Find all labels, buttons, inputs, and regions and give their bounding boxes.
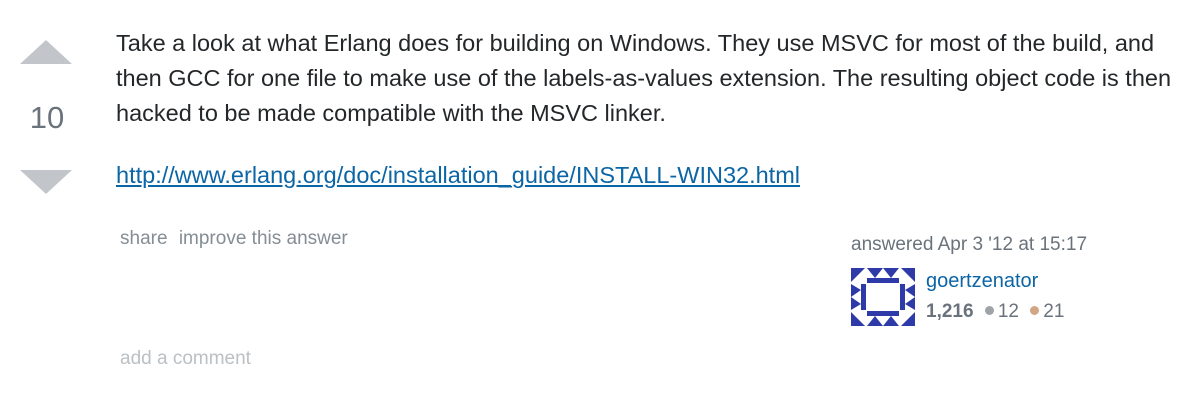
user-signature: answered Apr 3 '12 at 15:17 goertzenator… (851, 234, 1191, 326)
answered-time: answered Apr 3 '12 at 15:17 (851, 234, 1088, 255)
bronze-badge-count: 21 (1043, 301, 1065, 322)
silver-badges: 12 (984, 301, 1024, 322)
vote-down-icon[interactable] (20, 170, 72, 194)
add-comment-link[interactable]: add a comment (120, 348, 251, 370)
bronze-badge-icon (1030, 306, 1040, 315)
vote-up-icon[interactable] (20, 40, 72, 64)
improve-answer-link[interactable]: improve this answer (179, 228, 348, 249)
user-stats: 1,216 12 21 (926, 301, 1070, 323)
post-menu: share improve this answer (120, 228, 354, 250)
vote-cell: 10 (0, 0, 96, 400)
identicon-avatar-icon[interactable] (851, 268, 915, 326)
link-paragraph: http://www.erlang.org/doc/installation_g… (116, 158, 1196, 193)
vote-count: 10 (29, 100, 65, 135)
silver-badge-icon (984, 306, 994, 315)
answer-text: Take a look at what Erlang does for buil… (116, 30, 1172, 126)
bronze-badges: 21 (1030, 301, 1064, 322)
share-link[interactable]: share (120, 228, 168, 249)
answer: 10 Take a look at what Erlang does for b… (0, 0, 1200, 400)
post-body: Take a look at what Erlang does for buil… (116, 26, 1196, 193)
install-guide-link[interactable]: http://www.erlang.org/doc/installation_g… (116, 162, 800, 188)
user-name-link[interactable]: goertzenator (926, 270, 1038, 293)
silver-badge-count: 12 (997, 301, 1019, 322)
reputation-score: 1,216 (926, 301, 974, 322)
